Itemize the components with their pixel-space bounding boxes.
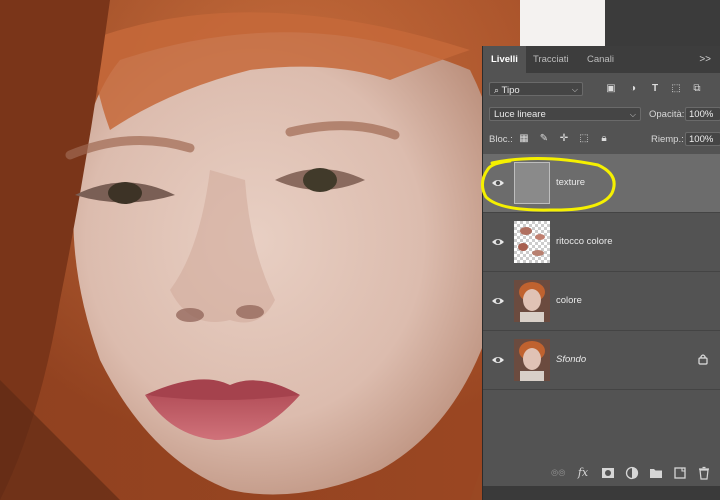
workspace-background	[605, 0, 720, 48]
lock-transparency-icon[interactable]: ▦	[518, 133, 530, 145]
layer-filter-row: ⌕ Tipo ⌵ ▣ ◑ T ⬚ ⧉	[483, 82, 720, 98]
layers-bottom-toolbar: ⦾⦾ fx	[483, 460, 720, 486]
tab-canali[interactable]: Canali	[579, 46, 622, 73]
layer-filter-value: Tipo	[501, 85, 520, 96]
panel-menu-overflow-button[interactable]: >>	[699, 46, 711, 73]
lock-position-move-icon[interactable]: ✛	[558, 133, 570, 145]
lock-image-brush-icon[interactable]: ✎	[538, 133, 550, 145]
layer-name[interactable]: colore	[556, 295, 582, 306]
chevron-down-icon: ⌵	[629, 110, 636, 119]
layer-thumbnail	[514, 280, 550, 322]
canvas-background-area	[520, 0, 605, 48]
layer-row-ritocco-colore[interactable]: ritocco colore	[483, 213, 720, 272]
blend-row: Luce lineare ⌵ Opacità: 100%	[483, 107, 720, 123]
trash-icon[interactable]	[697, 466, 711, 480]
tab-tracciati[interactable]: Tracciati	[525, 46, 577, 73]
folder-icon[interactable]	[649, 466, 663, 480]
layer-name[interactable]: ritocco colore	[556, 236, 613, 247]
layer-thumbnail	[514, 221, 550, 263]
fill-label: Riemp.:	[651, 134, 684, 145]
panel-tab-bar: Livelli Tracciati Canali >>	[483, 46, 720, 73]
lock-artboard-icon[interactable]: ⬚	[578, 133, 590, 145]
eye-icon[interactable]	[491, 235, 505, 249]
panel-footer	[483, 486, 720, 500]
lock-row: Bloc.: ▦ ✎ ✛ ⬚ 🔒︎ Riemp.: 100%	[483, 132, 720, 148]
highlight-circle-annotation	[481, 156, 616, 212]
link-icon[interactable]: ⦾⦾	[551, 466, 565, 480]
filter-shape-icon[interactable]: ⬚	[670, 83, 682, 95]
adjustment-icon[interactable]	[625, 466, 639, 480]
fx-button[interactable]: fx	[576, 466, 590, 480]
opacity-label: Opacità:	[649, 109, 685, 120]
filter-type-icon[interactable]: T	[649, 83, 661, 95]
layers-panel: Livelli Tracciati Canali >> ⌕ Tipo ⌵ ▣ ◑…	[482, 46, 720, 500]
mask-icon[interactable]	[601, 466, 615, 480]
filter-adjustment-icon[interactable]: ◑	[627, 83, 639, 95]
search-icon: ⌕	[494, 85, 500, 95]
layer-filter-select[interactable]: ⌕ Tipo ⌵	[489, 82, 583, 96]
eye-icon[interactable]	[491, 294, 505, 308]
layer-thumbnail	[514, 339, 550, 381]
lock-label: Bloc.:	[489, 134, 513, 145]
blend-mode-select[interactable]: Luce lineare ⌵	[489, 107, 641, 121]
fill-field[interactable]: 100%	[685, 132, 720, 146]
lock-all-icon[interactable]: 🔒︎	[598, 133, 610, 145]
tab-livelli[interactable]: Livelli	[483, 46, 526, 73]
chevron-down-icon: ⌵	[571, 85, 578, 94]
eye-icon[interactable]	[491, 353, 505, 367]
new-layer-icon[interactable]	[673, 466, 687, 480]
layer-name[interactable]: Sfondo	[556, 354, 586, 365]
filter-smart-object-icon[interactable]: ⧉	[691, 83, 703, 95]
blend-mode-value: Luce lineare	[494, 109, 546, 120]
opacity-field[interactable]: 100%	[685, 107, 720, 121]
layer-row-sfondo[interactable]: Sfondo	[483, 331, 720, 390]
lock-icon	[698, 354, 708, 365]
filter-pixel-icon[interactable]: ▣	[605, 83, 617, 95]
layer-row-colore[interactable]: colore	[483, 272, 720, 331]
